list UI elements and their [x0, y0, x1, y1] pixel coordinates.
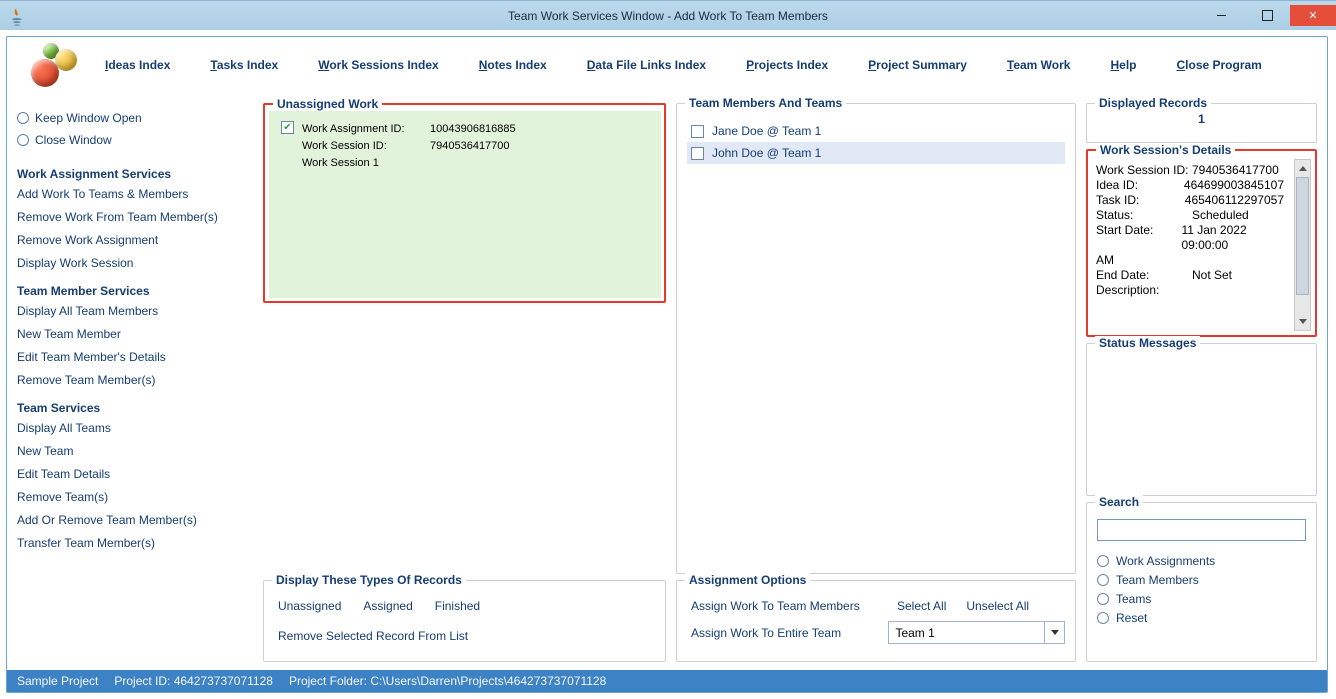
menu-data-file-links-index[interactable]: Data File Links Index [587, 58, 706, 72]
team-member-row[interactable]: Jane Doe @ Team 1 [687, 120, 1065, 142]
unassigned-work-title: Unassigned Work [273, 97, 382, 111]
search-option-label: Work Assignments [1116, 554, 1215, 568]
radio-icon [1097, 612, 1109, 624]
close-window-label: Close Window [35, 133, 112, 147]
filter-assigned[interactable]: Assigned [363, 599, 412, 613]
radio-icon [1097, 555, 1109, 567]
menu-close-program[interactable]: Close Program [1176, 58, 1261, 72]
session-scrollbar[interactable] [1294, 159, 1311, 331]
menu-notes-index[interactable]: Notes Index [479, 58, 547, 72]
keep-window-open-radio[interactable]: Keep Window Open [17, 111, 253, 125]
filter-finished[interactable]: Finished [435, 599, 480, 613]
search-option-label: Teams [1116, 592, 1151, 606]
sidebar-heading: Team Member Services [17, 284, 253, 298]
team-member-row[interactable]: John Doe @ Team 1 [687, 142, 1065, 164]
sidebar: Keep Window Open Close Window Work Assig… [17, 103, 253, 662]
team-member-name: Jane Doe @ Team 1 [712, 124, 821, 138]
sidebar-link-new-team[interactable]: New Team [17, 444, 253, 458]
display-types-panel: Display These Types Of Records Unassigne… [263, 580, 666, 662]
filter-unassigned[interactable]: Unassigned [278, 599, 341, 613]
sidebar-link-add-or-remove-team-member-s-[interactable]: Add Or Remove Team Member(s) [17, 513, 253, 527]
search-panel: Search Work AssignmentsTeam MembersTeams… [1086, 502, 1317, 662]
window-titlebar: Team Work Services Window - Add Work To … [0, 0, 1336, 30]
work-item-checkbox[interactable]: ✔ [281, 121, 294, 134]
main-menubar: Ideas Index Tasks Index Work Sessions Inde… [7, 37, 1327, 93]
status-project-id: Project ID: 464273737071128 [114, 674, 273, 688]
team-select-value: Team 1 [889, 626, 1044, 640]
sidebar-link-display-all-team-members[interactable]: Display All Team Members [17, 304, 253, 318]
menu-help[interactable]: Help [1110, 58, 1136, 72]
assignment-options-panel: Assignment Options Assign Work To Team M… [676, 580, 1076, 662]
sidebar-link-remove-work-from-team-member-s-[interactable]: Remove Work From Team Member(s) [17, 210, 253, 224]
sidebar-link-remove-work-assignment[interactable]: Remove Work Assignment [17, 233, 253, 247]
search-option-label: Team Members [1116, 573, 1199, 587]
sidebar-link-remove-team-member-s-[interactable]: Remove Team Member(s) [17, 373, 253, 387]
search-title: Search [1095, 495, 1143, 509]
keep-window-open-label: Keep Window Open [35, 111, 142, 125]
sidebar-link-edit-team-member-s-details[interactable]: Edit Team Member's Details [17, 350, 253, 364]
work-item-text[interactable]: Work Assignment ID:10043906816885 Work S… [302, 121, 516, 172]
spacer [263, 309, 666, 574]
scroll-up-icon[interactable] [1295, 160, 1310, 177]
assignment-options-title: Assignment Options [685, 573, 810, 587]
sidebar-heading: Work Assignment Services [17, 167, 253, 181]
displayed-records-count: 1 [1097, 112, 1306, 126]
select-all[interactable]: Select All [897, 599, 946, 613]
displayed-records-panel: Displayed Records 1 [1086, 103, 1317, 143]
search-option-work-assignments[interactable]: Work Assignments [1097, 554, 1306, 568]
window-title: Team Work Services Window - Add Work To … [0, 9, 1336, 23]
scroll-down-icon[interactable] [1295, 313, 1310, 330]
team-member-checkbox[interactable] [691, 147, 704, 160]
team-select[interactable]: Team 1 [888, 621, 1065, 644]
menu-projects-index[interactable]: Projects Index [746, 58, 828, 72]
assign-to-members[interactable]: Assign Work To Team Members [691, 599, 877, 613]
status-bar: Sample Project Project ID: 4642737370711… [7, 670, 1327, 692]
menu-ideas-index[interactable]: Ideas Index [105, 58, 170, 72]
menu-tasks-index[interactable]: Tasks Index [210, 58, 278, 72]
team-members-panel: Team Members And Teams Jane Doe @ Team 1… [676, 103, 1076, 574]
session-details-text: Work Session ID:7940536417700Idea ID:464… [1092, 159, 1290, 331]
sidebar-link-display-all-teams[interactable]: Display All Teams [17, 421, 253, 435]
team-member-checkbox[interactable] [691, 125, 704, 138]
app-logo [27, 41, 75, 89]
unselect-all[interactable]: Unselect All [966, 599, 1029, 613]
session-details-title: Work Session's Details [1096, 143, 1235, 157]
sidebar-link-edit-team-details[interactable]: Edit Team Details [17, 467, 253, 481]
close-window-radio[interactable]: Close Window [17, 133, 253, 147]
unassigned-work-panel: Unassigned Work ✔ Work Assignment ID:100… [263, 103, 666, 303]
menu-project-summary[interactable]: Project Summary [868, 58, 967, 72]
search-option-teams[interactable]: Teams [1097, 592, 1306, 606]
status-messages-title: Status Messages [1095, 336, 1200, 350]
remove-selected-record[interactable]: Remove Selected Record From List [278, 629, 655, 643]
scroll-thumb[interactable] [1296, 177, 1309, 295]
status-messages-panel: Status Messages [1086, 343, 1317, 496]
display-types-title: Display These Types Of Records [272, 573, 466, 587]
sidebar-link-transfer-team-member-s-[interactable]: Transfer Team Member(s) [17, 536, 253, 550]
displayed-records-title: Displayed Records [1095, 96, 1211, 110]
sidebar-link-remove-team-s-[interactable]: Remove Team(s) [17, 490, 253, 504]
assign-to-team[interactable]: Assign Work To Entire Team [691, 626, 868, 640]
search-input[interactable] [1097, 519, 1306, 541]
search-option-team-members[interactable]: Team Members [1097, 573, 1306, 587]
search-option-reset[interactable]: Reset [1097, 611, 1306, 625]
search-option-label: Reset [1116, 611, 1147, 625]
status-project-folder: Project Folder: C:\Users\Darren\Projects… [289, 674, 606, 688]
status-project-name: Sample Project [17, 674, 98, 688]
menu-work-sessions-index[interactable]: Work Sessions Index [318, 58, 439, 72]
sidebar-link-add-work-to-teams-members[interactable]: Add Work To Teams & Members [17, 187, 253, 201]
team-members-title: Team Members And Teams [685, 96, 846, 110]
sidebar-heading: Team Services [17, 401, 253, 415]
session-details-panel: Work Session's Details Work Session ID:7… [1086, 149, 1317, 337]
sidebar-link-display-work-session[interactable]: Display Work Session [17, 256, 253, 270]
menu-team-work[interactable]: Team Work [1007, 58, 1071, 72]
chevron-down-icon[interactable] [1044, 622, 1064, 643]
radio-icon [1097, 593, 1109, 605]
radio-icon [1097, 574, 1109, 586]
team-member-name: John Doe @ Team 1 [712, 146, 821, 160]
sidebar-link-new-team-member[interactable]: New Team Member [17, 327, 253, 341]
